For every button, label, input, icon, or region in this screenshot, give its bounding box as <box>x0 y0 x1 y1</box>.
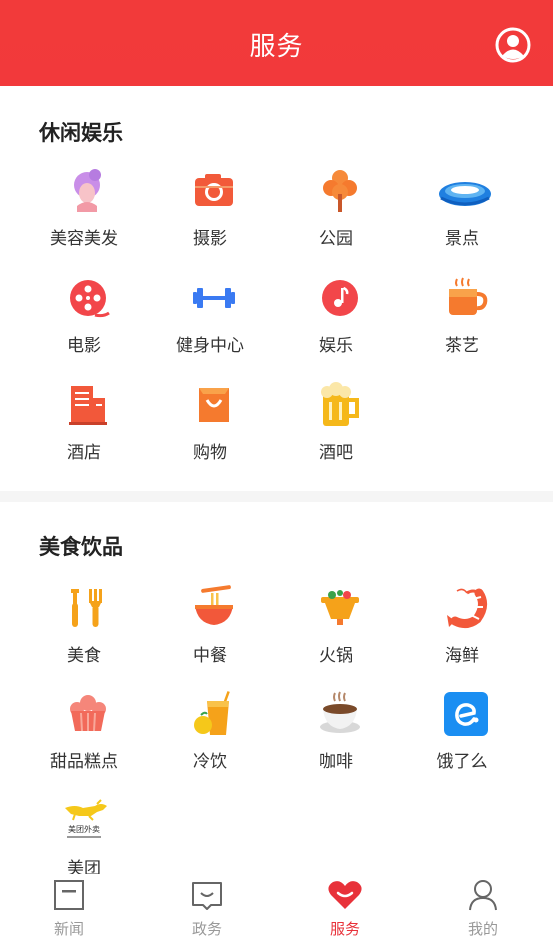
service-item-label: 冷饮 <box>193 752 227 772</box>
service-item-label: 酒店 <box>67 443 101 463</box>
tab-label: 新闻 <box>53 920 84 938</box>
shrimp-icon <box>447 588 487 629</box>
user-avatar-icon[interactable] <box>495 27 531 63</box>
service-item-label: 海鲜 <box>445 646 479 666</box>
section-food-drink: 美食饮品 美食 中餐 火锅 海鲜 甜品糕点 冷饮 咖啡 饿了么 美团外卖 美团 <box>0 502 553 879</box>
service-item-label: 健身中心 <box>176 336 244 356</box>
tab-label: 服务 <box>329 920 360 938</box>
service-item-label: 景点 <box>445 229 479 249</box>
fork-knife-icon <box>71 589 102 627</box>
scenic-spot-icon <box>439 182 491 206</box>
section-title: 休闲娱乐 <box>39 121 123 145</box>
service-item-bar[interactable]: 酒吧 <box>273 382 399 478</box>
service-item-entertainment[interactable]: 娱乐 <box>273 275 399 371</box>
heart-smile-icon <box>328 881 362 909</box>
service-item-chinese-food[interactable]: 中餐 <box>147 585 273 681</box>
tab-government[interactable]: 政务 <box>138 874 276 952</box>
cold-drink-icon <box>194 691 230 735</box>
service-item-hotpot[interactable]: 火锅 <box>273 585 399 681</box>
park-tree-icon <box>323 170 357 212</box>
service-item-cold-drink[interactable]: 冷饮 <box>147 691 273 787</box>
service-item-seafood[interactable]: 海鲜 <box>399 585 525 681</box>
camera-icon <box>195 174 233 206</box>
government-icon <box>192 882 222 910</box>
section-title: 美食饮品 <box>39 535 123 559</box>
tea-cup-icon <box>449 277 488 315</box>
service-item-label: 电影 <box>67 336 101 356</box>
meituan-waimai-logo-icon: 美团外卖 <box>65 799 107 838</box>
service-item-label: 美食 <box>67 646 101 666</box>
film-reel-icon <box>70 280 110 318</box>
service-item-label: 美容美发 <box>50 229 118 249</box>
hotpot-icon <box>321 590 359 625</box>
service-item-shopping[interactable]: 购物 <box>147 382 273 478</box>
bottom-tab-bar: 新闻 政务 服务 我的 <box>0 874 553 952</box>
service-item-beauty[interactable]: 美容美发 <box>21 168 147 264</box>
tab-label: 我的 <box>467 920 498 938</box>
service-item-label: 火锅 <box>319 646 353 666</box>
service-item-fitness[interactable]: 健身中心 <box>147 275 273 371</box>
service-item-park[interactable]: 公园 <box>273 168 399 264</box>
service-item-dessert[interactable]: 甜品糕点 <box>21 691 147 787</box>
noodle-bowl-icon <box>195 585 233 625</box>
section-leisure: 休闲娱乐 美容美发 摄影 公园 景点 电影 健身中心 娱乐 茶艺 酒店 购物 酒… <box>0 86 553 491</box>
profile-icon <box>469 880 497 911</box>
hotel-building-icon <box>69 386 107 425</box>
service-item-label: 甜品糕点 <box>50 752 118 772</box>
service-item-tea[interactable]: 茶艺 <box>399 275 525 371</box>
coffee-cup-icon <box>320 691 360 733</box>
beauty-hair-icon <box>74 169 101 212</box>
service-item-coffee[interactable]: 咖啡 <box>273 691 399 787</box>
beer-mug-icon <box>321 382 359 426</box>
news-icon <box>54 880 84 910</box>
svg-text:美团外卖: 美团外卖 <box>68 824 100 834</box>
service-item-photo[interactable]: 摄影 <box>147 168 273 264</box>
tab-news[interactable]: 新闻 <box>0 874 138 952</box>
music-note-icon <box>322 280 358 316</box>
service-item-label: 酒吧 <box>319 443 353 463</box>
tab-label: 政务 <box>191 920 222 938</box>
service-item-label: 咖啡 <box>319 752 353 772</box>
app-header: 服务 <box>0 0 553 86</box>
service-item-food[interactable]: 美食 <box>21 585 147 681</box>
service-item-scenic[interactable]: 景点 <box>399 168 525 264</box>
service-item-eleme[interactable]: 饿了么 <box>399 691 525 787</box>
service-item-label: 娱乐 <box>319 336 353 356</box>
page-title: 服务 <box>249 32 304 62</box>
cupcake-icon <box>70 695 106 732</box>
service-item-label: 中餐 <box>193 646 227 666</box>
service-item-label: 购物 <box>193 443 227 463</box>
shopping-bag-icon <box>199 388 229 422</box>
service-item-label: 摄影 <box>193 229 227 249</box>
tab-services[interactable]: 服务 <box>276 874 414 952</box>
service-item-label: 茶艺 <box>445 336 479 356</box>
service-item-hotel[interactable]: 酒店 <box>21 382 147 478</box>
service-item-movie[interactable]: 电影 <box>21 275 147 371</box>
dumbbell-icon <box>193 288 235 308</box>
tab-mine[interactable]: 我的 <box>414 874 552 952</box>
eleme-logo-icon <box>444 692 488 736</box>
service-item-label: 公园 <box>319 229 353 249</box>
service-item-label: 饿了么 <box>436 752 488 772</box>
